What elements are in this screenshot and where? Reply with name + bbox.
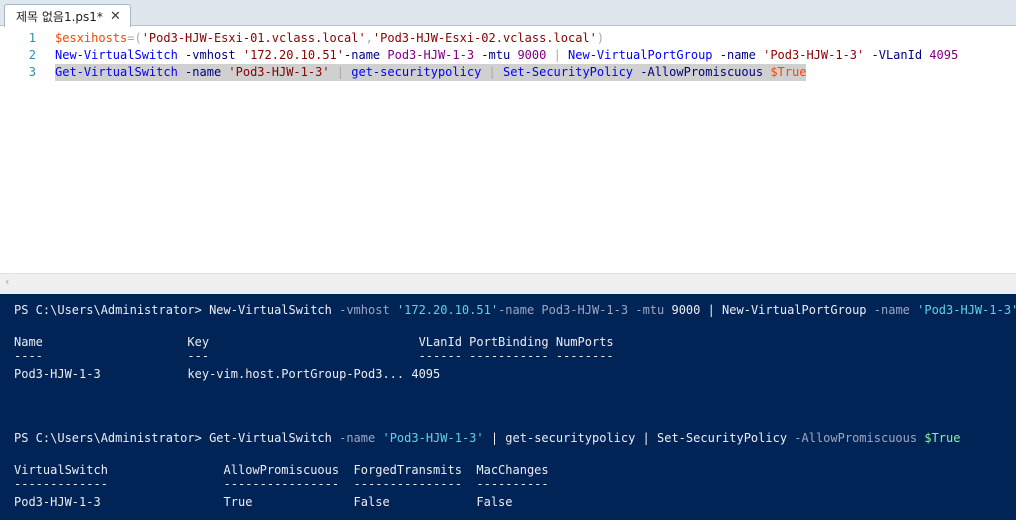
code-token: 'Pod3-HJW-1-3': [763, 48, 865, 62]
code-token: |: [481, 65, 503, 79]
code-token: =(: [127, 31, 142, 45]
scroll-left-icon[interactable]: ‹: [5, 275, 9, 288]
code-token: '172.20.10.51': [242, 48, 345, 62]
console-token: -name: [339, 431, 383, 445]
console-line: PS C:\Users\Administrator> Get-VirtualSw…: [14, 431, 960, 445]
code-token: $True: [770, 65, 807, 79]
code-token: ): [596, 31, 605, 45]
code-token: Pod3-HJW-1-3: [387, 48, 475, 62]
code-token: 'Pod3-HJW-Esxi-01.vclass.local': [141, 31, 366, 45]
code-token: New-VirtualPortGroup: [568, 48, 713, 62]
console-line: PS C:\Users\Administrator> New-VirtualSw…: [14, 303, 1016, 317]
console-token: '172.20.10.51': [396, 303, 499, 317]
code-token: Set-SecurityPolicy: [502, 65, 634, 79]
console-token: PS C:\Users\Administrator> Get-VirtualSw…: [14, 431, 340, 445]
line-number: 1: [28, 31, 36, 45]
horizontal-scrollbar[interactable]: ‹: [0, 273, 1016, 290]
code-token: 9000: [517, 48, 547, 62]
code-token: -mtu: [474, 48, 518, 62]
console-token: -name Pod3-HJW-1-3: [498, 303, 636, 317]
console-token: -AllowPromiscuous: [794, 431, 925, 445]
code-token: -AllowPromiscuous: [633, 65, 771, 79]
console-line: Pod3-HJW-1-3 key-vim.host.PortGroup-Pod3…: [14, 367, 440, 381]
console-token: Pod3-HJW-1-3 key-vim.host.PortGroup-Pod3…: [14, 367, 441, 381]
editor-line[interactable]: 1 $esxihosts=('Pod3-HJW-Esxi-01.vclass.lo…: [0, 30, 1016, 47]
code-text: New-VirtualSwitch -vmhost '172.20.10.51'…: [55, 47, 958, 64]
tab-title: 제목 없음1.ps1*: [16, 9, 103, 24]
line-number: 3: [28, 65, 36, 79]
code-token: -name: [177, 65, 229, 79]
code-token: -VLanId: [864, 48, 930, 62]
code-token: Get-VirtualSwitch: [55, 65, 178, 79]
console-token: Name Key VLanId PortBinding NumPorts: [14, 335, 614, 349]
close-icon[interactable]: ✕: [110, 10, 121, 23]
console-token: Pod3-HJW-1-3 True False False: [14, 495, 513, 509]
console-token: ---- --- ------ ----------- --------: [14, 349, 614, 363]
console-line: VirtualSwitch AllowPromiscuous ForgedTra…: [14, 463, 549, 477]
console-line: ------------- ---------------- ---------…: [14, 477, 549, 491]
tab-strip: 제목 없음1.ps1* ✕: [0, 0, 1016, 27]
console-token: $True: [924, 431, 961, 445]
tab-untitled-script[interactable]: 제목 없음1.ps1* ✕: [4, 4, 131, 27]
code-token: -vmhost: [177, 48, 243, 62]
script-editor[interactable]: 1 $esxihosts=('Pod3-HJW-Esxi-01.vclass.lo…: [0, 27, 1016, 273]
code-token: |: [546, 48, 569, 62]
code-token: ,: [365, 31, 373, 45]
console-token: | get-securitypolicy | Set-SecurityPolic…: [490, 431, 795, 445]
code-token: $esxihosts: [55, 31, 128, 45]
code-token: 'Pod3-HJW-1-3': [228, 65, 330, 79]
console-token: -name: [873, 303, 918, 317]
code-token: -name: [344, 48, 388, 62]
code-token: 4095: [929, 48, 959, 62]
console-token: 'Pod3-HJW-1-3': [917, 303, 1016, 317]
code-token: New-VirtualSwitch: [55, 48, 178, 62]
console-line: Pod3-HJW-1-3 True False False: [14, 495, 513, 509]
code-text: Get-VirtualSwitch -name 'Pod3-HJW-1-3' |…: [55, 64, 807, 81]
code-token: 'Pod3-HJW-Esxi-02.vclass.local': [372, 31, 597, 45]
console-token: -vmhost: [339, 303, 397, 317]
console-line: Name Key VLanId PortBinding NumPorts: [14, 335, 614, 349]
console-token: 'Pod3-HJW-1-3': [382, 431, 491, 445]
console-token: -mtu: [635, 303, 672, 317]
editor-line[interactable]: 3 Get-VirtualSwitch -name 'Pod3-HJW-1-3' …: [0, 64, 1016, 81]
line-number: 2: [28, 48, 36, 62]
console-token: VirtualSwitch AllowPromiscuous ForgedTra…: [14, 463, 549, 477]
console-token: 9000 | New-VirtualPortGroup: [671, 303, 874, 317]
console-line: ---- --- ------ ----------- --------: [14, 349, 614, 363]
editor-line[interactable]: 2 New-VirtualSwitch -vmhost '172.20.10.51…: [0, 47, 1016, 64]
code-token: get-securitypolicy: [351, 65, 482, 79]
console-token: PS C:\Users\Administrator> New-VirtualSw…: [14, 303, 340, 317]
code-token: -name: [712, 48, 764, 62]
code-token: |: [329, 65, 352, 79]
console-token: ------------- ---------------- ---------…: [14, 477, 549, 491]
console-pane[interactable]: PS C:\Users\Administrator> New-VirtualSw…: [0, 290, 1016, 520]
code-text: $esxihosts=('Pod3-HJW-Esxi-01.vclass.loc…: [55, 30, 604, 47]
